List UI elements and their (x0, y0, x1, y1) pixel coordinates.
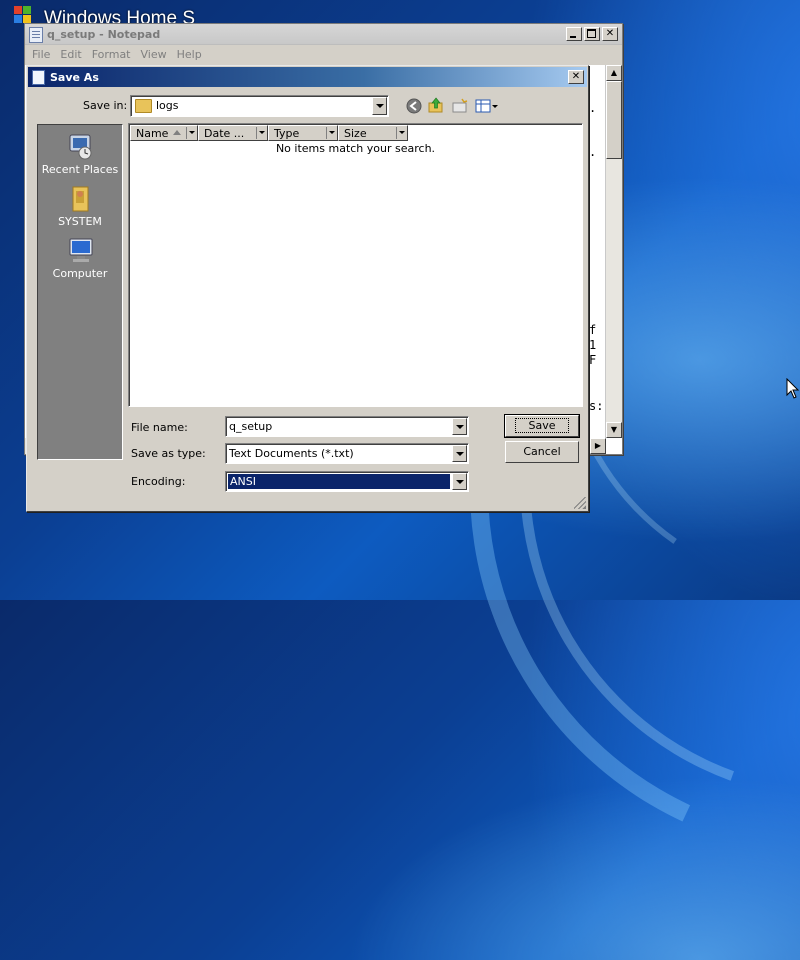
encoding-value: ANSI (228, 474, 450, 489)
menu-edit[interactable]: Edit (55, 45, 86, 65)
sort-ascending-icon (173, 130, 181, 135)
notepad-titlebar[interactable]: q_setup - Notepad ✕ (25, 24, 622, 45)
column-label: Size (344, 127, 367, 140)
text-fragment: . (589, 101, 597, 115)
user-folder-icon (65, 183, 95, 213)
save-button[interactable]: Save (504, 414, 580, 438)
maximize-icon (587, 29, 596, 38)
menu-file[interactable]: File (27, 45, 55, 65)
column-label: Date ... (204, 127, 245, 140)
column-size[interactable]: Size (338, 125, 408, 141)
notepad-vertical-scrollbar[interactable]: ▲ ▼ (605, 65, 622, 438)
chevron-down-icon[interactable] (452, 445, 467, 462)
dialog-title: Save As (50, 71, 99, 84)
mouse-cursor-icon (786, 378, 800, 399)
save-in-combo[interactable]: logs (130, 95, 389, 117)
column-filter-dropdown[interactable] (326, 127, 336, 139)
text-fragment: F (589, 353, 597, 367)
place-label: Computer (52, 267, 108, 280)
place-label: Recent Places (41, 163, 119, 176)
arrow-up-icon: ▲ (610, 68, 618, 77)
notepad-menubar: File Edit Format View Help (25, 45, 622, 66)
menu-view[interactable]: View (136, 45, 172, 65)
chevron-down-icon[interactable] (452, 473, 467, 490)
column-label: Type (274, 127, 300, 140)
text-fragment: 1 (589, 338, 597, 352)
column-filter-dropdown[interactable] (396, 127, 406, 139)
chevron-down-icon[interactable] (452, 418, 467, 435)
save-button-label: Save (515, 418, 569, 433)
back-button[interactable] (405, 97, 423, 115)
close-icon: ✕ (605, 28, 615, 39)
arrow-down-icon: ▼ (610, 425, 618, 434)
resize-grip[interactable] (574, 497, 586, 509)
encoding-select[interactable]: ANSI (225, 471, 469, 492)
place-label: SYSTEM (58, 215, 102, 228)
file-list[interactable]: Name Date ... Type Size No items match y… (128, 123, 583, 407)
new-folder-icon (452, 98, 468, 113)
empty-message: No items match your search. (275, 142, 436, 155)
menu-help[interactable]: Help (172, 45, 207, 65)
notepad-title: q_setup - Notepad (47, 28, 161, 41)
column-date[interactable]: Date ... (198, 125, 268, 141)
minimize-icon (570, 36, 576, 38)
place-recent-places[interactable]: Recent Places (38, 131, 122, 176)
save-in-label: Save in: (83, 99, 128, 112)
place-computer[interactable]: Computer (38, 235, 122, 280)
save-as-type-value: Text Documents (*.txt) (229, 447, 354, 460)
up-folder-button[interactable] (427, 96, 445, 114)
scroll-thumb[interactable] (606, 81, 622, 159)
encoding-label: Encoding: (131, 475, 186, 488)
computer-icon (65, 235, 95, 265)
notepad-app-icon (29, 27, 43, 43)
close-button[interactable]: ✕ (602, 27, 618, 41)
dialog-notepad-icon (32, 70, 45, 85)
scroll-right-button[interactable]: ▶ (590, 438, 606, 454)
column-label: Name (136, 127, 169, 140)
new-folder-button[interactable] (451, 97, 469, 115)
cancel-button[interactable]: Cancel (505, 441, 579, 463)
column-filter-dropdown[interactable] (186, 127, 196, 139)
text-fragment: s: (589, 399, 604, 413)
minimize-button[interactable] (566, 27, 582, 41)
scroll-down-button[interactable]: ▼ (606, 422, 622, 438)
place-system[interactable]: SYSTEM (38, 183, 122, 228)
places-bar: Recent Places SYSTEM Computer (37, 124, 123, 460)
dialog-close-button[interactable]: ✕ (568, 70, 584, 84)
file-name-value: q_setup (229, 420, 273, 433)
chevron-down-icon[interactable] (372, 97, 387, 115)
dialog-titlebar[interactable]: Save As ✕ (28, 67, 587, 87)
arrow-right-icon: ▶ (594, 441, 602, 450)
maximize-button[interactable] (584, 27, 600, 41)
windows-flag-icon (14, 6, 32, 24)
view-menu-button[interactable] (475, 97, 499, 115)
scroll-up-button[interactable]: ▲ (606, 65, 622, 81)
folder-icon (135, 99, 152, 113)
up-folder-icon (428, 97, 443, 113)
column-filter-dropdown[interactable] (256, 127, 266, 139)
file-name-label: File name: (131, 421, 188, 434)
recent-places-icon (65, 131, 95, 161)
text-fragment: . (589, 145, 597, 159)
text-fragment: f (589, 323, 597, 337)
view-menu-icon (475, 99, 498, 113)
column-name[interactable]: Name (130, 125, 198, 141)
save-in-value: logs (156, 99, 179, 112)
menu-format[interactable]: Format (87, 45, 136, 65)
save-as-type-select[interactable]: Text Documents (*.txt) (225, 443, 469, 464)
back-icon (406, 98, 422, 114)
save-as-type-label: Save as type: (131, 447, 206, 460)
close-icon: ✕ (571, 71, 581, 82)
save-as-dialog: Save As ✕ Save in: logs Recent Places SY… (26, 65, 589, 512)
column-type[interactable]: Type (268, 125, 338, 141)
file-name-input[interactable]: q_setup (225, 416, 469, 437)
